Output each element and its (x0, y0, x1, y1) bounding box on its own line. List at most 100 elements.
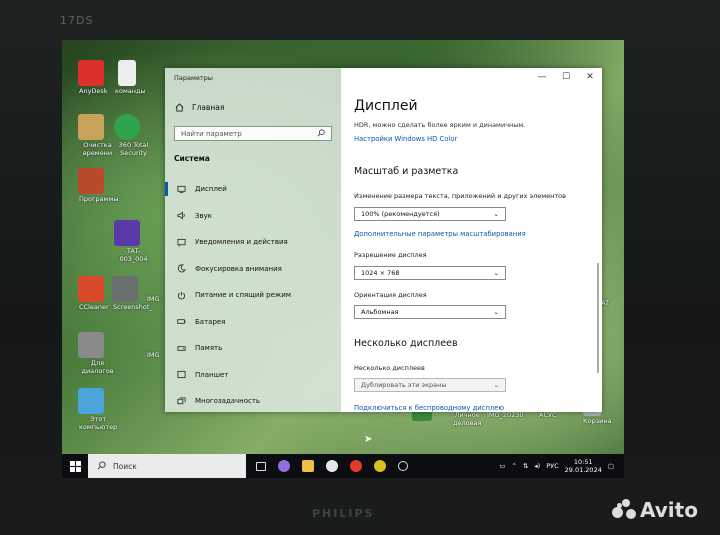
folder-icon (78, 332, 104, 358)
avito-watermark: Avito (612, 498, 698, 522)
resolution-label: Разрешение дисплея (354, 251, 427, 259)
desktop-icon-commands[interactable]: команды (102, 60, 152, 95)
scale-dropdown[interactable]: 100% (рекомендуется) ⌄ (354, 207, 506, 221)
start-button[interactable] (62, 454, 88, 478)
task-view-icon[interactable] (256, 461, 266, 471)
chevron-down-icon: ⌄ (493, 210, 499, 218)
archive-icon (114, 220, 140, 246)
keyboard-icon[interactable]: ▭ (499, 462, 505, 470)
multiple-displays-dropdown[interactable]: Дублировать эти экраны ⌄ (354, 378, 506, 392)
chevron-up-icon[interactable]: ⌃ (511, 462, 516, 470)
windows-logo-icon (69, 460, 81, 472)
settings-nav-pane: Параметры Главная Найти параметр Система… (165, 68, 341, 412)
nav-item-multitasking[interactable]: Многозадачность (165, 388, 341, 415)
taskbar-apps (256, 460, 408, 472)
desktop-icon-tat[interactable]: TAT-003_004 (102, 220, 152, 262)
system-tray: ▭ ⌃ ⇅ ◂) РУС 10:51 29.01.2024 ▢ (499, 458, 624, 474)
monitor-icon (176, 184, 186, 194)
avito-wordmark: Avito (640, 498, 698, 522)
chevron-down-icon: ⌄ (493, 381, 499, 389)
battery-icon (176, 317, 186, 327)
taskbar-search-placeholder: Поиск (113, 461, 137, 471)
moon-icon (176, 264, 186, 274)
chevron-down-icon: ⌄ (493, 269, 499, 277)
multiple-displays-heading: Несколько дисплеев (354, 338, 458, 349)
window-controls: — ☐ ✕ (530, 68, 602, 86)
settings-search-input[interactable]: Найти параметр (174, 126, 332, 141)
folder-icon (78, 168, 104, 194)
desktop-icon-screenshot[interactable]: Screenshot_ (100, 276, 153, 311)
power-icon (176, 290, 186, 300)
settings-window: Параметры Главная Найти параметр Система… (165, 68, 602, 412)
orientation-label: Ориентация дисплея (354, 291, 427, 299)
nav-item-focus-assist[interactable]: Фокусировка внимания (165, 256, 341, 283)
shield-icon (114, 114, 140, 140)
taskbar-search-input[interactable]: Поиск (88, 454, 246, 478)
assistant-icon[interactable] (278, 460, 290, 472)
broom-icon (78, 114, 104, 140)
window-title: Параметры (174, 74, 213, 82)
notifications-icon (176, 237, 186, 247)
nav-home-label: Главная (192, 102, 225, 112)
desktop-icon-360-security[interactable]: 360 Total Security (102, 114, 152, 156)
file-explorer-icon[interactable] (302, 460, 314, 472)
settings-nav-list: Дисплей Звук Уведомления и действия Фоку… (165, 176, 341, 415)
search-icon (97, 460, 106, 472)
content-scrollbar[interactable] (597, 263, 599, 373)
advanced-scaling-link[interactable]: Дополнительные параметры масштабирования (354, 230, 526, 238)
home-icon (174, 102, 184, 112)
volume-icon[interactable]: ◂) (534, 462, 540, 470)
tablet-icon (176, 370, 186, 380)
nav-item-storage[interactable]: Память (165, 335, 341, 362)
close-icon[interactable]: ✕ (578, 68, 602, 86)
orientation-dropdown[interactable]: Альбомная ⌄ (354, 305, 506, 319)
multitask-icon (176, 396, 186, 406)
mouse-cursor-icon: ➤ (364, 434, 373, 445)
nav-item-battery[interactable]: Батарея (165, 309, 341, 336)
desktop-icon-dialogs[interactable]: Для диалогов (66, 332, 116, 374)
chevron-down-icon: ⌄ (493, 308, 499, 316)
search-placeholder: Найти параметр (181, 129, 242, 138)
multiple-displays-label: Несколько дисплеев (354, 364, 425, 372)
avito-logo-icon (612, 499, 636, 521)
nav-item-notifications[interactable]: Уведомления и действия (165, 229, 341, 256)
yandex-browser-icon[interactable] (326, 460, 338, 472)
page-title: Дисплей (354, 98, 418, 114)
wireless-display-link[interactable]: Подключиться к беспроводному дисплею (354, 404, 504, 412)
nav-home[interactable]: Главная (174, 102, 224, 112)
nav-item-display[interactable]: Дисплей (165, 176, 341, 203)
nav-item-tablet[interactable]: Планшет (165, 362, 341, 389)
settings-content-pane: — ☐ ✕ Дисплей HDR, можно сделать более я… (341, 68, 602, 412)
hdr-description: HDR, можно сделать более ярким и динамич… (354, 121, 526, 129)
desktop-icon-this-pc[interactable]: Этот компьютер (66, 388, 117, 430)
desktop-icon-programs[interactable]: Программы (66, 168, 118, 203)
clock[interactable]: 10:51 29.01.2024 (565, 458, 602, 474)
scale-label: Изменение размера текста, приложений и д… (354, 192, 566, 200)
network-icon[interactable]: ⇅ (523, 462, 528, 470)
clock-time: 10:51 (573, 458, 593, 466)
computer-icon (78, 388, 104, 414)
storage-icon (176, 343, 186, 353)
app-icon[interactable] (374, 460, 386, 472)
taskbar: Поиск ▭ ⌃ ⇅ ◂) РУС 10:51 29.01.2024 ▢ (62, 454, 624, 478)
settings-gear-icon[interactable] (398, 461, 408, 471)
clock-date: 29.01.2024 (564, 466, 602, 474)
speaker-icon (176, 211, 186, 221)
monitor-model-label: 17DS (60, 14, 94, 27)
resolution-dropdown[interactable]: 1024 × 768 ⌄ (354, 266, 506, 280)
language-indicator[interactable]: РУС (546, 462, 558, 470)
search-icon (317, 128, 325, 139)
minimize-icon[interactable]: — (530, 68, 554, 86)
anydesk-icon (78, 60, 104, 86)
nav-item-power[interactable]: Питание и спящий режим (165, 282, 341, 309)
notification-center-icon[interactable]: ▢ (608, 462, 614, 470)
scale-layout-heading: Масштаб и разметка (354, 166, 459, 177)
desktop-screen: AnyDesk команды Очистка времени 360 Tota… (62, 40, 624, 478)
maximize-icon[interactable]: ☐ (554, 68, 578, 86)
hd-color-settings-link[interactable]: Настройки Windows HD Color (354, 135, 457, 143)
image-file-icon (112, 276, 138, 302)
text-file-icon (118, 60, 136, 86)
nav-item-sound[interactable]: Звук (165, 203, 341, 230)
yandex-icon[interactable] (350, 460, 362, 472)
monitor-brand-logo: PHILIPS (312, 507, 375, 520)
